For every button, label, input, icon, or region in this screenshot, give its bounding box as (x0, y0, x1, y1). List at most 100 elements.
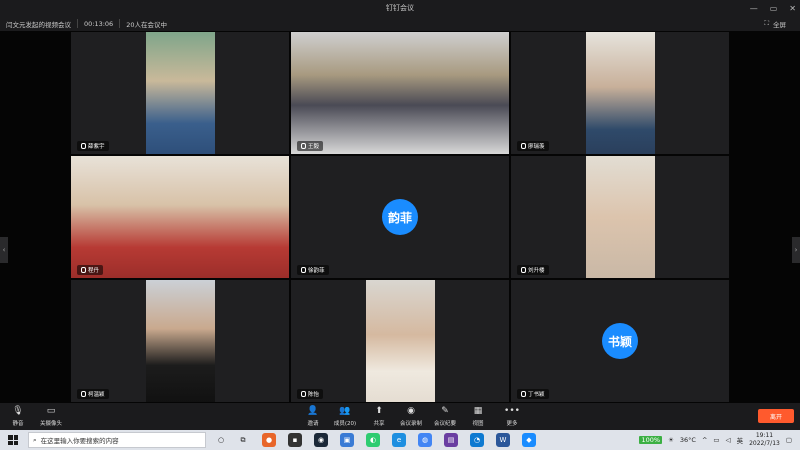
participant-video (586, 32, 655, 154)
participant-video (366, 280, 435, 402)
fullscreen-label: 全屏 (773, 20, 786, 29)
maximize-icon[interactable]: ▭ (770, 4, 778, 13)
dingtalk-icon[interactable]: ◆ (522, 433, 536, 447)
record-button[interactable]: ◉ 会议录制 (396, 405, 426, 429)
search-icon: ⌕ (33, 435, 37, 444)
participant-name-tag: 徐韵菲 (297, 265, 329, 275)
temperature[interactable]: 36°C (680, 436, 696, 444)
file-explorer-icon[interactable]: ▣ (340, 433, 354, 447)
ime-indicator[interactable]: 英 (737, 435, 744, 445)
mic-icon (301, 391, 306, 397)
network-icon[interactable]: ▭ (713, 436, 719, 444)
mic-icon (81, 267, 86, 273)
mute-button[interactable]: 🎙 静音 (3, 405, 33, 429)
taskbar-clock[interactable]: 19:11 2022/7/13 (749, 432, 780, 448)
add-user-icon: 👤 (307, 406, 319, 416)
participant-video (291, 32, 509, 154)
window-title: 钉钉会议 (386, 4, 414, 12)
participant-avatar: 韵菲 (382, 199, 418, 235)
more-button[interactable]: ••• 更多 (497, 405, 527, 429)
wechat-icon[interactable]: ◐ (366, 433, 380, 447)
participant-name-tag: 王毅 (297, 141, 324, 151)
steam-icon[interactable]: ◉ (314, 433, 328, 447)
window-controls: — ▭ ✕ (750, 0, 796, 16)
taskbar-search-box[interactable]: ⌕ 在这里输入你要搜索的内容 (28, 432, 206, 448)
video-grid: ‹ › 薛紫宇 王毅 廖瑞羡 程丹 韵菲 徐韵菲 刘升楼 柯温颖 陈怡 书颖 丁… (0, 31, 800, 403)
mic-icon (81, 143, 86, 149)
mic-icon (81, 391, 86, 397)
windows-start-icon[interactable] (8, 435, 18, 445)
participant-status: 20人在会议中 (126, 20, 167, 29)
participant-name-tag: 柯温颖 (77, 389, 109, 399)
participant-tile[interactable]: 陈怡 (291, 280, 509, 402)
share-screen-icon: ⬆ (375, 406, 383, 416)
edge-icon[interactable]: ◔ (470, 433, 484, 447)
browser-icon[interactable]: e (392, 433, 406, 447)
participant-tile[interactable]: 廖瑞羡 (511, 32, 729, 154)
fullscreen-button[interactable]: ⛶ 全屏 (758, 19, 792, 29)
pen-icon: ✎ (441, 406, 449, 416)
participant-video (146, 280, 215, 402)
participant-tile[interactable]: 薛紫宇 (71, 32, 289, 154)
fullscreen-icon: ⛶ (764, 19, 769, 27)
mic-icon (301, 267, 306, 273)
participant-avatar: 书颖 (602, 323, 638, 359)
close-icon[interactable]: ✕ (789, 4, 796, 13)
record-icon: ◉ (407, 406, 415, 416)
meeting-toolbar: 🎙 静音 ▭ 关摄像头 👤 邀请 👥 成员(20) ⬆ 共享 ◉ 会议录制 ✎ 会议纪要 ▦ 视… (0, 403, 800, 430)
participant-name-tag: 廖瑞羡 (517, 141, 549, 151)
battery-indicator[interactable]: 100% (639, 436, 663, 444)
windows-taskbar: ⌕ 在这里输入你要搜索的内容 ○ ⧉ ● ▪ ◉ ▣ ◐ e ◍ ▤ ◔ W ◆… (0, 430, 800, 450)
task-view-icon[interactable]: ⧉ (236, 433, 250, 447)
app-icon[interactable]: ▤ (444, 433, 458, 447)
participant-tile[interactable]: 刘升楼 (511, 156, 729, 278)
camera-button[interactable]: ▭ 关摄像头 (36, 405, 66, 429)
firefox-icon[interactable]: ● (262, 433, 276, 447)
notification-icon[interactable]: ▢ (786, 436, 792, 444)
camera-icon: ▭ (46, 406, 56, 416)
participant-tile[interactable]: 韵菲 徐韵菲 (291, 156, 509, 278)
participant-tile[interactable]: 书颖 丁书颖 (511, 280, 729, 402)
minimize-icon[interactable]: — (750, 4, 758, 13)
title-bar: 钉钉会议 — ▭ ✕ (0, 0, 800, 16)
meeting-info-bar: 闫文元发起的视频会议 00:13:06 20人在会议中 ⛶ 全屏 (0, 16, 800, 31)
next-page-button[interactable]: › (792, 237, 800, 263)
app-icon[interactable]: ▪ (288, 433, 302, 447)
grid-icon: ▦ (473, 406, 483, 416)
meeting-name[interactable]: 闫文元发起的视频会议 (0, 19, 78, 29)
system-tray: 100% ☀ 36°C ^ ▭ ◁ 英 19:11 2022/7/13 ▢ (639, 431, 792, 449)
members-icon: 👥 (339, 406, 351, 416)
participant-name-tag: 程丹 (77, 265, 104, 275)
participant-video (71, 156, 289, 278)
mic-icon (301, 143, 306, 149)
invite-button[interactable]: 👤 邀请 (298, 405, 328, 429)
participant-tile[interactable]: 王毅 (291, 32, 509, 154)
minutes-button[interactable]: ✎ 会议纪要 (430, 405, 460, 429)
prev-page-button[interactable]: ‹ (0, 237, 8, 263)
mic-icon (521, 143, 526, 149)
participant-name-tag: 刘升楼 (517, 265, 549, 275)
participant-name-tag: 丁书颖 (517, 389, 549, 399)
share-button[interactable]: ⬆ 共享 (364, 405, 394, 429)
mic-icon (521, 391, 526, 397)
participant-name-tag: 薛紫宇 (77, 141, 109, 151)
chevron-up-icon[interactable]: ^ (702, 436, 707, 444)
mic-icon (521, 267, 526, 273)
leave-button[interactable]: 离开 (758, 409, 794, 423)
meeting-timer: 00:13:06 (78, 19, 121, 28)
participant-video (586, 156, 655, 278)
view-button[interactable]: ▦ 视图 (463, 405, 493, 429)
participant-tile[interactable]: 程丹 (71, 156, 289, 278)
word-icon[interactable]: W (496, 433, 510, 447)
participant-video (146, 32, 215, 154)
volume-icon[interactable]: ◁ (726, 436, 731, 444)
chevron-left-icon: ‹ (2, 246, 6, 254)
search-placeholder: 在这里输入你要搜索的内容 (40, 437, 119, 445)
participant-tile[interactable]: 柯温颖 (71, 280, 289, 402)
members-button[interactable]: 👥 成员(20) (330, 405, 360, 429)
weather-icon: ☀ (668, 436, 674, 444)
microphone-icon: 🎙 (12, 406, 24, 416)
chrome-icon[interactable]: ◍ (418, 433, 432, 447)
more-icon: ••• (504, 406, 520, 416)
cortana-icon[interactable]: ○ (214, 433, 228, 447)
